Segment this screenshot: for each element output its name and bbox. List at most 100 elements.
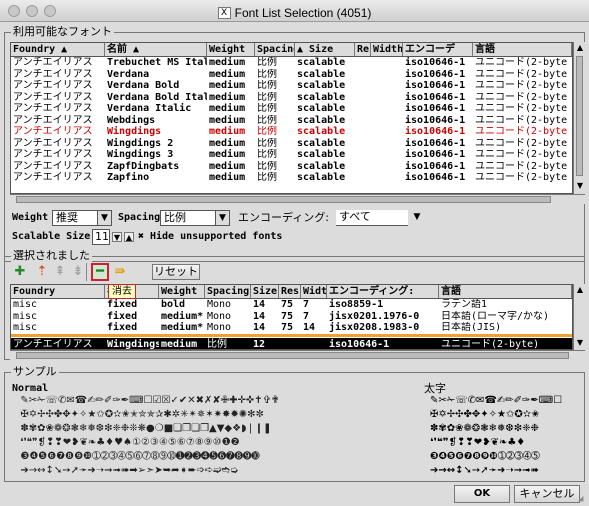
cell-width [371,103,403,115]
cell-foundry: アンチエイリアス [13,57,93,68]
normal-sample-text: ✎✂✁☏✆✉☎✍✏✐✑✒⌨☐☑☒✓✔✕✖✗✘✙✚✛✜✝✞✟ ✠✡✢✣✤✥✦✧★✩… [14,394,424,478]
selected-fonts-vscrollbar[interactable]: ▲ ▼ [573,284,585,350]
table-row[interactable]: misc fixed medium* Mono 14 75 14 jisx0208.1983-… [11,322,572,334]
chevron-down-icon[interactable]: ▼ [215,211,229,225]
column-header-foundry[interactable]: Foundry [11,285,105,298]
cell-name: Verdana Bold [107,80,180,91]
cell-size: scalable [297,160,346,172]
column-header-encoding[interactable]: エンコーディング: [327,285,439,298]
minimize-window-button[interactable] [26,5,38,17]
table-row[interactable]: アンチエイリアス Wingdings 3 medium 比例 scalable iso10… [11,149,572,161]
cell-language: ユニコード(2-byte [475,80,568,91]
scroll-down-icon[interactable]: ▼ [575,181,585,191]
cell-encoding: iso10646-1 [329,338,390,350]
table-row[interactable]: アンチエイリアス ZapfDingbats medium 比例 scalable iso1… [11,161,572,173]
column-header-spacing[interactable]: Spacing [205,285,251,298]
table-row[interactable]: アンチエイリアス Wingdings medium 比例 12 iso10646-1 ユニコ… [11,333,572,350]
cell-res [355,92,371,104]
cell-language: ユニコード(2-byte [475,172,568,183]
scalable-size-label: Scalable Size [12,231,91,242]
table-row[interactable]: アンチエイリアス Webdings medium 比例 scalable iso10646… [11,115,572,127]
table-row[interactable]: アンチエイリアス Wingdings medium 比例 scalable iso1064… [11,126,572,138]
add-icon[interactable]: ✚ [12,264,28,280]
delete-tooltip: 消去 [108,284,136,299]
weight-select[interactable]: 推奨 ▼ [52,210,112,226]
cell-res [355,103,371,115]
move-top-icon[interactable]: ⇞ [52,264,68,280]
scalable-size-field[interactable]: 11 [92,229,110,245]
table-row[interactable]: アンチエイリアス Verdana Italic medium 比例 scalable is… [11,103,572,115]
cell-size: scalable [297,103,346,114]
cell-name: Verdana [107,68,150,80]
scroll-up-icon[interactable]: ▲ [575,285,585,295]
clear-icon[interactable]: ⇛ [112,264,128,280]
table-row[interactable]: アンチエイリアス Wingdings 2 medium 比例 scalable iso10… [11,138,572,150]
hscroll-thumb[interactable] [16,196,551,203]
sample-line: ✠✡✢✣✤✥✦✧★✩✪✫✬ [430,409,540,420]
move-down-icon[interactable]: ⇟ [70,264,86,280]
spacing-select[interactable]: 比例 ▼ [160,210,230,226]
cell-foundry: アンチエイリアス [13,338,93,350]
hide-unsupported-checkbox[interactable]: ✖ [138,230,148,244]
cell-spacing: 比例 [257,80,277,91]
cell-encoding: iso10646-1 [405,137,466,149]
hscroll-thumb[interactable] [16,352,569,359]
resize-grip-icon[interactable]: ◢ [578,494,583,504]
column-header-language[interactable]: 言語 [473,43,572,56]
table-row[interactable]: アンチエイリアス Verdana medium 比例 scalable iso10646-… [11,69,572,81]
remove-icon[interactable]: ━ [91,263,109,281]
column-header-encoding[interactable]: エンコーデ [403,43,473,56]
cell-size: 14 [253,322,266,333]
column-header-res[interactable]: Re [355,43,371,56]
reset-button[interactable]: リセット [152,264,200,280]
cancel-button[interactable]: キャンセル [514,485,580,503]
zoom-window-button[interactable] [44,5,56,17]
column-header-foundry[interactable]: Foundry ▲ [11,43,105,56]
available-fonts-hscrollbar[interactable] [10,194,585,204]
table-row[interactable]: アンチエイリアス Verdana Bold medium 比例 scalable iso1… [11,80,572,92]
cell-name: fixed [107,322,138,333]
column-header-width[interactable]: Width [301,285,327,298]
table-row[interactable]: アンチエイリアス Zapfino medium 比例 scalable iso10646-… [11,172,572,184]
selected-fonts-table[interactable]: Foundry名前WeightSpacingSizeResWidthエンコーディ… [10,284,573,350]
move-up-icon[interactable]: ⇡ [34,264,50,280]
column-header-spacing[interactable]: Spacing [255,43,295,56]
scroll-down-icon[interactable]: ▼ [575,338,585,348]
toolbar-divider [86,263,87,281]
sample-line: ➔→↔↕➘➙➚➛➜➝➞➟➠ [430,465,539,476]
chevron-down-icon[interactable]: ▼ [410,210,424,224]
size-up-icon[interactable]: ▲ [124,232,134,242]
table-row[interactable]: misc fixed medium* Mono 14 75 7 jisx0201.1976-0… [11,311,572,323]
column-header-weight[interactable]: Weight [207,43,255,56]
column-header-size[interactable]: ▲ Size [295,43,355,56]
cell-encoding: iso10646-1 [405,91,466,103]
ok-button[interactable]: OK [454,485,510,503]
cell-foundry: アンチエイリアス [13,68,93,80]
close-window-button[interactable] [8,5,20,17]
table-row[interactable]: misc fixed bold Mono 14 75 7 iso8859-1 ラテン語1 [11,299,572,311]
column-header-name[interactable]: 名前 ▲ [105,43,207,56]
cell-foundry: アンチエイリアス [13,137,93,149]
cell-size: scalable [297,114,346,126]
column-header-width[interactable]: Width [371,43,403,56]
cell-res [279,338,301,350]
encoding-select[interactable]: すべて ▼ [336,210,420,226]
column-header-weight[interactable]: Weight [159,285,205,298]
sample-line: ❛❜❝❞❡❢❣❤❥❦❧♣♦♥♠①②③④⑤⑥⑦⑧⑨⑩❶❷ [14,437,240,448]
chevron-down-icon[interactable]: ▼ [97,211,111,225]
table-row[interactable]: アンチエイリアス Verdana Bold Italicmedium 比例 scala… [11,92,572,104]
cell-name: Trebuchet MS Italic [107,57,207,68]
cell-name: Wingdings 3 [107,149,174,160]
table-row[interactable]: アンチエイリアス Trebuchet MS Italicmedium 比例 scala… [11,57,572,69]
column-header-size[interactable]: Size [251,285,279,298]
available-fonts-vscrollbar[interactable]: ▲ ▼ [573,42,585,194]
size-down-icon[interactable]: ▼ [112,232,122,242]
column-header-res[interactable]: Res [279,285,301,298]
scroll-up-icon[interactable]: ▲ [575,43,585,53]
cell-weight: medium [209,126,246,137]
available-fonts-table[interactable]: Foundry ▲ 名前 ▲ Weight Spacing ▲ Size Re Width エ… [10,42,573,194]
scroll-thumb[interactable] [576,56,583,176]
cell-encoding: iso10646-1 [405,103,466,114]
selected-fonts-hscrollbar[interactable] [10,350,585,360]
column-header-language[interactable]: 言語 [439,285,572,298]
